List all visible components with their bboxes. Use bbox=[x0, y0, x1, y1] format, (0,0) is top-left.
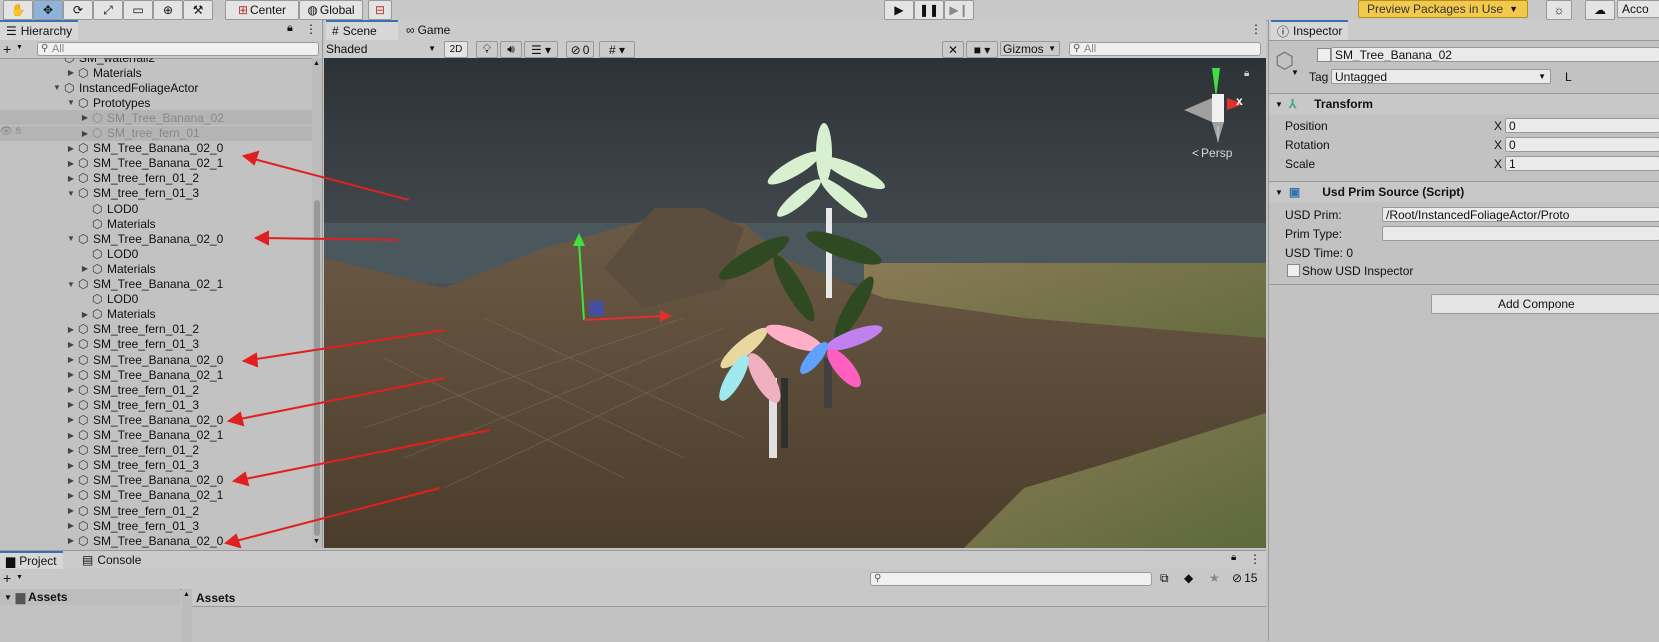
scroll-up-icon[interactable]: ▲ bbox=[183, 591, 190, 598]
usd-prim-value: /Root/InstancedFoliageActor/Proto bbox=[1386, 207, 1570, 222]
assets-breadcrumb: Assets bbox=[192, 589, 1266, 607]
usd-prim-label: USD Prim: bbox=[1285, 208, 1342, 222]
rotation-x-value: 0 bbox=[1509, 137, 1516, 152]
info-icon: ⓘ bbox=[1277, 24, 1290, 39]
position-x-label: X bbox=[1494, 119, 1503, 133]
filter-type-icon[interactable]: ⧉ bbox=[1160, 571, 1169, 586]
show-usd-inspector-label: Show USD Inspector bbox=[1302, 264, 1414, 278]
scale-label: Scale bbox=[1285, 157, 1316, 171]
folder-icon: ▆ bbox=[15, 590, 26, 604]
console-icon: ▤ bbox=[82, 553, 94, 567]
project-tab-label: Project bbox=[19, 554, 57, 568]
usd-script-title: Usd Prim Source (Script) bbox=[1322, 185, 1465, 199]
transform-title: Transform bbox=[1314, 97, 1373, 111]
services-button[interactable]: ☼ bbox=[1546, 0, 1572, 20]
project-tabbar: ▆ Project ▤ Console 🔒︎ ⋮ bbox=[0, 551, 1266, 570]
chevron-down-icon[interactable]: ▼ bbox=[16, 574, 23, 581]
tab-project[interactable]: ▆ Project bbox=[0, 551, 63, 569]
rotation-x-label: X bbox=[1494, 138, 1503, 152]
usd-time-text: USD Time: 0 bbox=[1285, 246, 1354, 260]
preview-packages-button[interactable]: Preview Packages in Use ▼ bbox=[1358, 0, 1528, 18]
show-usd-inspector-checkbox[interactable] bbox=[1287, 264, 1300, 277]
star-icon[interactable]: ★ bbox=[1209, 571, 1220, 585]
chevron-down-icon: ▼ bbox=[1538, 72, 1546, 81]
sun-icon: ☼ bbox=[1553, 3, 1565, 17]
project-search-input[interactable]: ⚲ bbox=[870, 572, 1152, 586]
more-options-icon[interactable]: ⋮ bbox=[1249, 552, 1261, 566]
chevron-down-icon: ▼ bbox=[1275, 99, 1283, 109]
divider bbox=[1269, 284, 1659, 285]
inspector-tab-label: Inspector bbox=[1293, 24, 1343, 38]
scale-x-field[interactable]: 1 bbox=[1505, 156, 1659, 171]
position-x-field[interactable]: 0 bbox=[1505, 118, 1659, 133]
label-icon[interactable]: ◆ bbox=[1184, 571, 1193, 585]
scale-x-label: X bbox=[1494, 157, 1503, 171]
object-name-field[interactable]: SM_Tree_Banana_02 bbox=[1331, 47, 1659, 62]
inspector-tabbar: ⓘ Inspector bbox=[1269, 20, 1659, 41]
search-icon: ⚲ bbox=[874, 573, 882, 584]
lock-icon[interactable]: 🔒︎ bbox=[1231, 552, 1236, 563]
assets-header-label[interactable]: Assets bbox=[196, 591, 235, 605]
tab-inspector[interactable]: ⓘ Inspector bbox=[1271, 20, 1349, 40]
rotation-label: Rotation bbox=[1285, 138, 1330, 152]
project-panel: ▆ Project ▤ Console 🔒︎ ⋮ + ▼ ⚲ ⧉ ◆ ★ ⊘ 1… bbox=[0, 550, 1266, 642]
cloud-button[interactable]: ☁ bbox=[1585, 0, 1615, 20]
account-label: Acco bbox=[1622, 2, 1649, 16]
tag-value: Untagged bbox=[1335, 69, 1388, 84]
folder-icon: ▆ bbox=[6, 554, 16, 568]
account-button[interactable]: Acco bbox=[1617, 0, 1659, 18]
tag-label: Tag bbox=[1309, 70, 1329, 84]
script-icon: ▣ bbox=[1288, 185, 1301, 199]
preview-packages-label: Preview Packages in Use bbox=[1367, 2, 1504, 16]
tab-console[interactable]: ▤ Console bbox=[76, 551, 147, 569]
inspector-panel: ⓘ Inspector ⬡ ▼ SM_Tree_Banana_02 Tag Un… bbox=[1268, 20, 1659, 641]
add-component-label: Add Compone bbox=[1498, 297, 1575, 311]
console-tab-label: Console bbox=[97, 553, 142, 567]
folder-tree-scrollbar[interactable]: ▲ bbox=[182, 589, 192, 642]
eye-slash-icon: ⊘ bbox=[1232, 571, 1243, 585]
rotation-x-field[interactable]: 0 bbox=[1505, 137, 1659, 152]
cloud-icon: ☁ bbox=[1594, 3, 1606, 17]
project-hidden-count: 15 bbox=[1244, 571, 1258, 585]
scale-x-value: 1 bbox=[1509, 156, 1516, 171]
object-name-value: SM_Tree_Banana_02 bbox=[1335, 47, 1452, 62]
hidden-packages-toggle[interactable]: ⊘ 15 bbox=[1232, 571, 1257, 585]
assets-folder-item[interactable]: ▼ ▆ Assets bbox=[0, 589, 180, 605]
chevron-down-icon[interactable]: ▼ bbox=[1291, 68, 1299, 77]
assets-folder-label: Assets bbox=[28, 590, 68, 604]
layer-label: L bbox=[1565, 70, 1572, 84]
active-checkbox[interactable] bbox=[1317, 48, 1331, 62]
position-label: Position bbox=[1285, 119, 1328, 133]
chevron-down-icon: ▼ bbox=[1509, 4, 1518, 14]
project-toolbar: + ▼ ⚲ ⧉ ◆ ★ ⊘ 15 bbox=[0, 569, 1266, 590]
usd-prim-source-header[interactable]: ▼ ▣ Usd Prim Source (Script) bbox=[1269, 181, 1659, 202]
project-folder-tree: ▼ ▆ Assets bbox=[0, 589, 180, 642]
position-x-value: 0 bbox=[1509, 118, 1516, 133]
chevron-down-icon: ▼ bbox=[1275, 187, 1283, 197]
add-icon[interactable]: + bbox=[3, 570, 11, 586]
usd-prim-field[interactable]: /Root/InstancedFoliageActor/Proto bbox=[1382, 207, 1659, 222]
prim-type-label: Prim Type: bbox=[1285, 227, 1343, 241]
prim-type-field[interactable] bbox=[1382, 226, 1659, 241]
add-component-button[interactable]: Add Compone bbox=[1431, 294, 1659, 314]
transform-header[interactable]: ▼ ⅄ Transform bbox=[1269, 93, 1659, 114]
tag-dropdown[interactable]: Untagged ▼ bbox=[1331, 69, 1551, 84]
annotation-arrows bbox=[223, 150, 491, 548]
transform-icon: ⅄ bbox=[1288, 97, 1297, 111]
chevron-down-icon: ▼ bbox=[4, 592, 12, 602]
